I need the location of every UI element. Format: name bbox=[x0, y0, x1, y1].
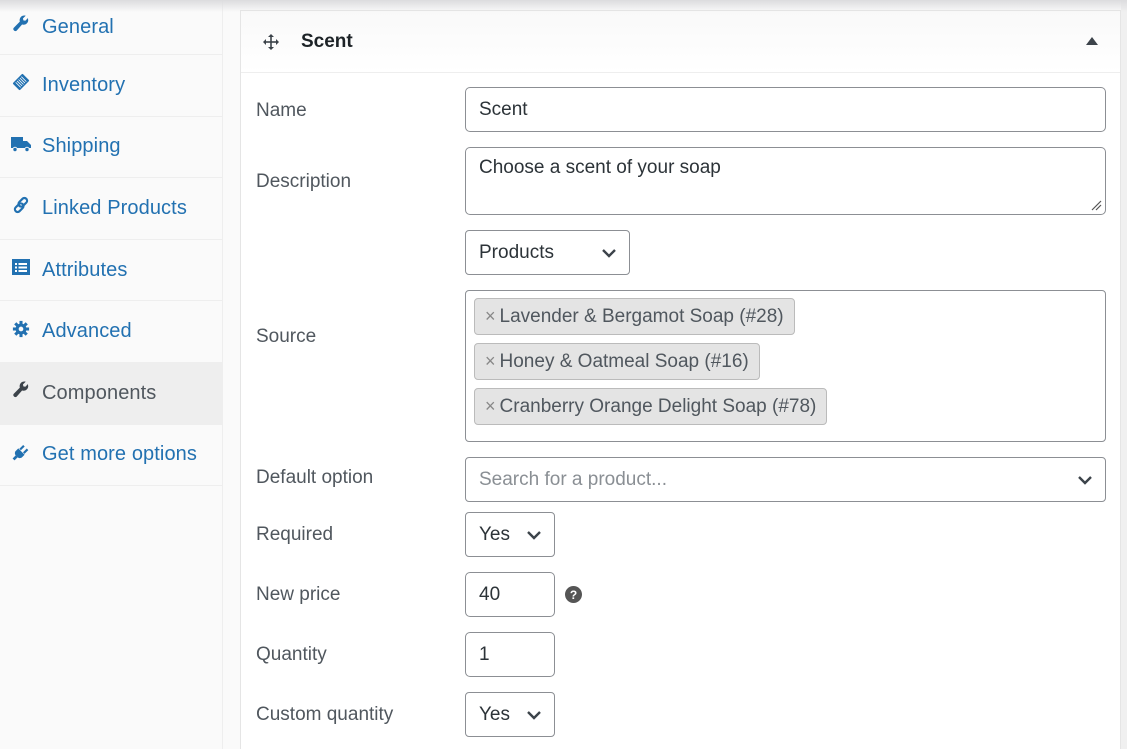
sidebar-item-shipping[interactable]: Shipping bbox=[0, 117, 222, 179]
description-textarea[interactable]: Choose a scent of your soap bbox=[465, 147, 1106, 215]
collapse-toggle-icon[interactable] bbox=[1086, 37, 1098, 45]
description-label: Description bbox=[256, 171, 352, 192]
new-price-value: 40 bbox=[479, 583, 501, 605]
sidebar-item-label: Advanced bbox=[42, 320, 132, 343]
custom-quantity-label: Custom quantity bbox=[256, 704, 394, 725]
default-option-placeholder: Search for a product... bbox=[479, 468, 667, 490]
name-input-value: Scent bbox=[479, 98, 528, 120]
chevron-down-icon bbox=[602, 248, 616, 258]
new-price-label: New price bbox=[256, 584, 341, 605]
resize-handle-icon[interactable] bbox=[1090, 199, 1102, 211]
chevron-down-icon bbox=[527, 530, 541, 540]
sidebar-item-label: Inventory bbox=[42, 73, 126, 96]
gear-icon bbox=[10, 318, 32, 340]
component-header[interactable]: Scent bbox=[241, 11, 1120, 73]
remove-tag-icon[interactable]: × bbox=[485, 351, 496, 372]
quantity-label: Quantity bbox=[256, 644, 327, 665]
truck-icon bbox=[10, 133, 32, 155]
custom-quantity-value: Yes bbox=[479, 703, 510, 725]
source-type-value: Products bbox=[479, 241, 554, 263]
scrollbar-track[interactable] bbox=[1121, 0, 1127, 749]
required-label: Required bbox=[256, 524, 334, 545]
required-value: Yes bbox=[479, 523, 510, 545]
field-description: Description Choose a scent of your soap bbox=[241, 147, 1120, 215]
sidebar-item-components[interactable]: Components bbox=[0, 362, 222, 425]
sidebar-item-general[interactable]: General bbox=[0, 0, 222, 55]
plug-icon bbox=[10, 441, 32, 463]
remove-tag-icon[interactable]: × bbox=[485, 396, 496, 417]
default-option-search[interactable]: Search for a product... bbox=[465, 457, 1106, 502]
sidebar-item-label: General bbox=[42, 15, 114, 38]
required-select[interactable]: Yes bbox=[465, 512, 555, 557]
name-input[interactable]: Scent bbox=[465, 87, 1106, 132]
sidebar-item-label: Components bbox=[42, 381, 157, 404]
name-label: Name bbox=[256, 100, 307, 121]
tag-icon bbox=[10, 71, 32, 93]
sidebar-item-get-more-options[interactable]: Get more options bbox=[0, 425, 222, 487]
component-panel: Scent Name Scent Description Choose a sc… bbox=[240, 10, 1121, 749]
source-products-multiselect[interactable]: × Lavender & Bergamot Soap (#28) × Honey &… bbox=[465, 290, 1106, 442]
sidebar-item-label: Get more options bbox=[42, 443, 198, 466]
description-value: Choose a scent of your soap bbox=[479, 157, 721, 178]
source-type-select[interactable]: Products bbox=[465, 230, 630, 275]
wrench-icon bbox=[10, 13, 32, 35]
remove-tag-icon[interactable]: × bbox=[485, 306, 496, 327]
sidebar-item-label: Linked Products bbox=[42, 196, 187, 219]
sidebar-item-label: Shipping bbox=[42, 135, 121, 158]
sidebar-item-label: Attributes bbox=[42, 258, 128, 281]
selected-product-tag: × Lavender & Bergamot Soap (#28) bbox=[474, 298, 795, 335]
move-handle-icon[interactable] bbox=[263, 33, 279, 50]
default-option-label: Default option bbox=[256, 467, 374, 488]
sidebar-item-inventory[interactable]: Inventory bbox=[0, 55, 222, 117]
chevron-down-icon bbox=[1078, 475, 1092, 485]
source-label: Source bbox=[256, 326, 317, 347]
quantity-value: 1 bbox=[479, 643, 490, 665]
link-icon bbox=[10, 194, 32, 216]
selected-product-tag: × Cranberry Orange Delight Soap (#78) bbox=[474, 388, 828, 425]
sidebar-item-advanced[interactable]: Advanced bbox=[0, 301, 222, 363]
wrench-icon bbox=[10, 379, 32, 401]
selected-product-tag: × Honey & Oatmeal Soap (#16) bbox=[474, 343, 760, 380]
new-price-input[interactable]: 40 bbox=[465, 572, 555, 617]
chevron-down-icon bbox=[527, 710, 541, 720]
help-tip-icon[interactable]: ? bbox=[565, 586, 582, 603]
sidebar-item-attributes[interactable]: Attributes bbox=[0, 240, 222, 302]
product-data-tabs: General Inventory Shipping Linked Produc… bbox=[0, 0, 223, 749]
component-title: Scent bbox=[301, 30, 353, 52]
quantity-input[interactable]: 1 bbox=[465, 632, 555, 677]
custom-quantity-select[interactable]: Yes bbox=[465, 692, 555, 737]
list-icon bbox=[10, 256, 32, 278]
sidebar-item-linked-products[interactable]: Linked Products bbox=[0, 178, 222, 240]
